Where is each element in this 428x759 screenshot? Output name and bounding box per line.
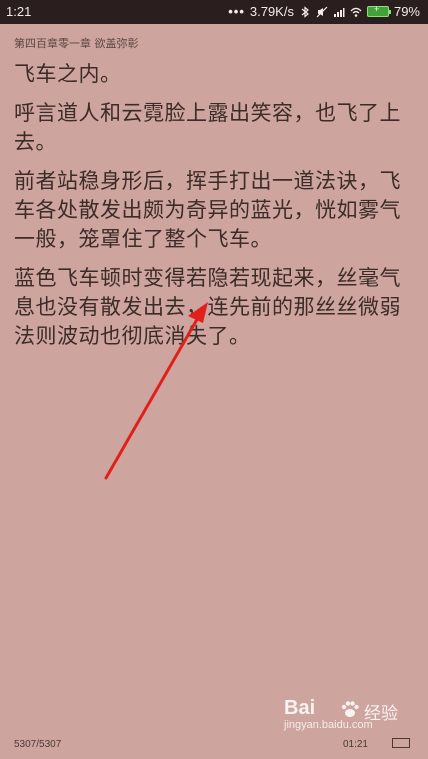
- battery-percent: 79%: [393, 4, 420, 19]
- paragraph: 蓝色飞车顿时变得若隐若现起来，丝毫气息也没有散发出去，连先前的那丝丝微弱法则波动…: [14, 266, 401, 348]
- watermark-url: jingyan.baidu.com: [284, 719, 373, 731]
- paragraph: 前者站稳身形后，挥手打出一道法诀，飞车各处散发出颇为奇异的蓝光，恍如雾气一般，笼…: [14, 169, 401, 251]
- mute-icon: [316, 6, 328, 17]
- signal-icon: [333, 7, 345, 17]
- status-bar: 1:21 ••• 3.79K/s + 79%: [0, 0, 428, 24]
- status-icons: ••• 3.79K/s + 79%: [228, 4, 420, 19]
- paragraph: 呼言道人和云霓脸上露出笑容，也飞了上去。: [14, 101, 401, 154]
- watermark: Bai 经验 jingyan.baidu.com: [284, 697, 414, 737]
- network-speed: 3.79K/s: [249, 4, 294, 19]
- bottom-battery-icon: [392, 738, 410, 748]
- bottom-clock: 01:21: [342, 739, 368, 750]
- reader-content[interactable]: 飞车之内。 呼言道人和云霓脸上露出笑容，也飞了上去。 前者站稳身形后，挥手打出一…: [14, 60, 416, 361]
- paragraph: 飞车之内。: [14, 62, 122, 86]
- status-time: 1:21: [6, 4, 32, 19]
- battery-icon: +: [366, 4, 391, 17]
- watermark-brand: Bai: [284, 697, 316, 719]
- more-dots-icon: •••: [228, 4, 245, 19]
- chapter-title: 第四百章零一章 欲盖弥彰: [14, 37, 139, 50]
- bluetooth-icon: [301, 5, 309, 18]
- wifi-icon: [350, 7, 362, 17]
- page-counter: 5307/5307: [14, 739, 62, 750]
